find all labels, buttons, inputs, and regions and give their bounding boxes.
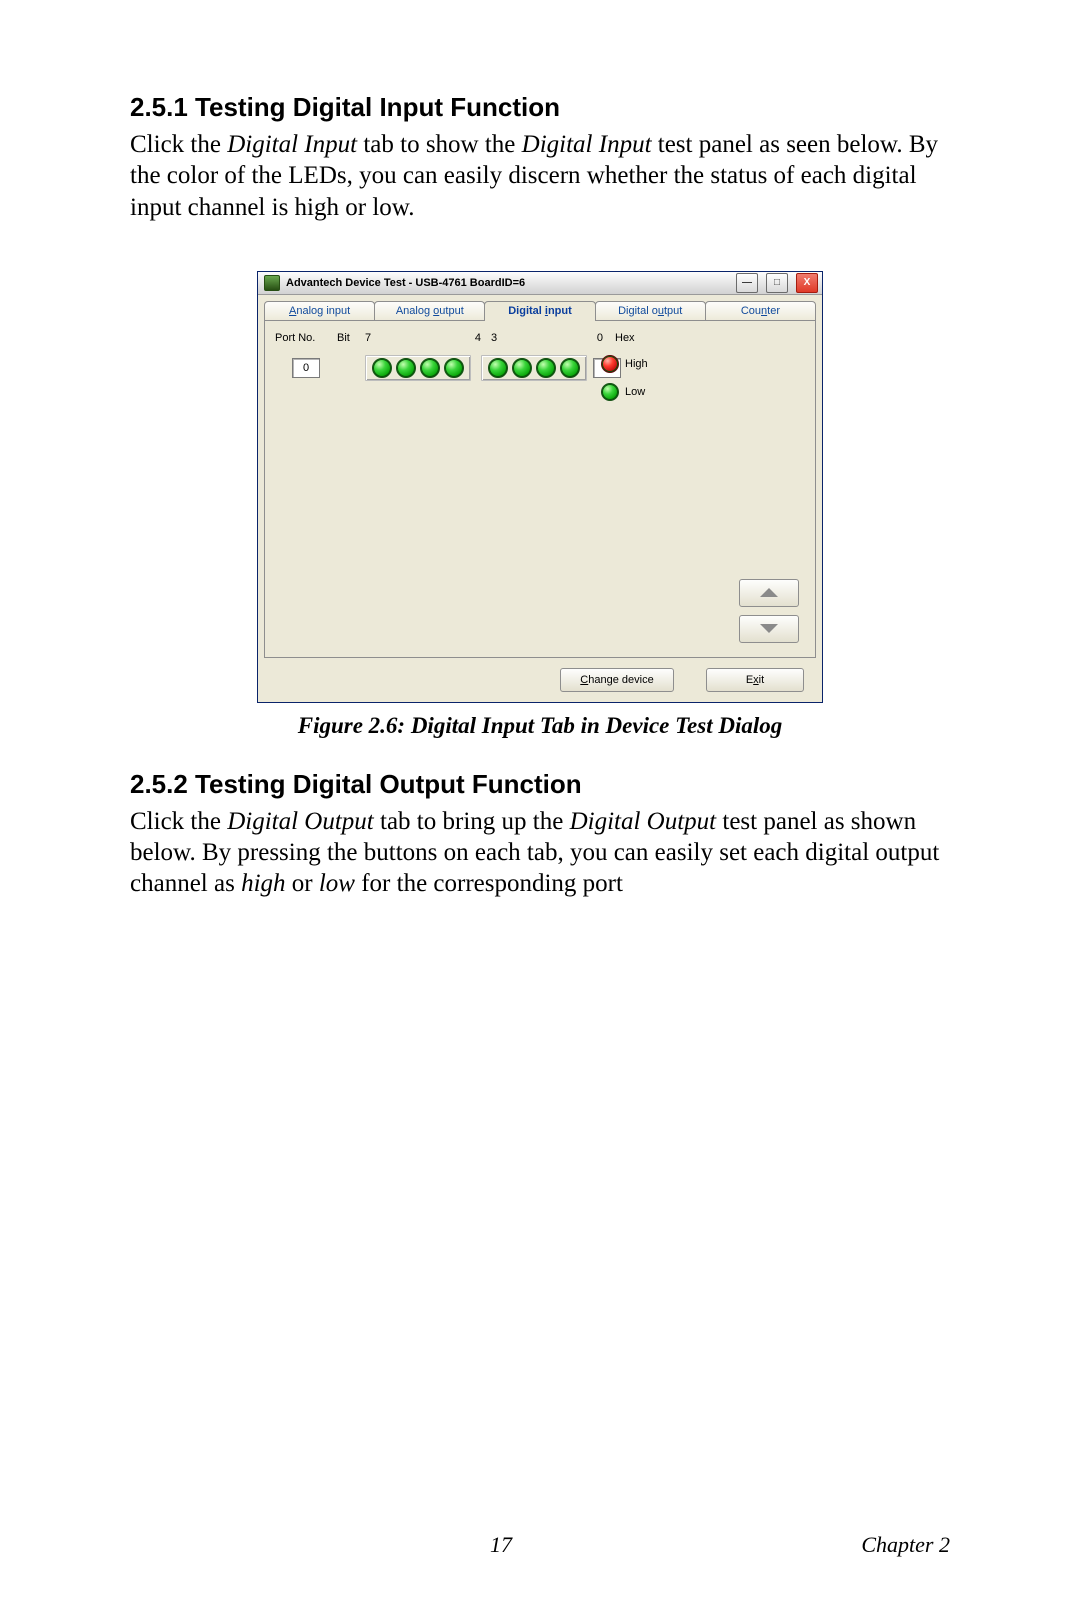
legend-low-label: Low (625, 386, 645, 398)
app-icon (264, 275, 280, 291)
text: Click the (130, 131, 227, 158)
tab-analog-output[interactable]: Analog output (374, 301, 485, 321)
tab-label: utput (439, 305, 463, 317)
italic-text: high (241, 870, 285, 897)
document-page: 2.5.1 Testing Digital Input Function Cli… (0, 0, 1080, 1618)
dialog-button-row: Change device Exit (264, 658, 816, 692)
italic-text: Digital Input (522, 131, 652, 158)
device-test-window: Advantech Device Test - USB-4761 BoardID… (257, 271, 823, 703)
led-group (365, 355, 471, 381)
text: tab to show the (357, 131, 522, 158)
exit-button[interactable]: Exit (706, 668, 804, 692)
scroll-buttons (739, 579, 799, 643)
text: for the corresponding port (355, 870, 623, 897)
tab-digital-output[interactable]: Digital output (595, 301, 706, 321)
led-bit-4 (444, 358, 464, 378)
paragraph-2-5-2: Click the Digital Output tab to bring up… (130, 806, 950, 900)
led-group-low-nibble (481, 355, 593, 381)
heading-2-5-2: 2.5.2 Testing Digital Output Function (130, 769, 950, 800)
window-body: Analog input Analog output Digital input… (258, 295, 822, 702)
digital-input-panel: Port No. Bit 7 4 3 0 Hex 0 (264, 320, 816, 658)
led-bit-0 (560, 358, 580, 378)
tab-label: nput (548, 305, 572, 317)
led-bit-2 (512, 358, 532, 378)
tab-label: ter (767, 305, 780, 317)
legend-high: High (601, 355, 648, 373)
text: tab to bring up the (374, 808, 570, 835)
tab-strip: Analog input Analog output Digital input… (264, 301, 816, 321)
label-bit-0: 0 (547, 332, 615, 344)
page-number: 17 (490, 1532, 512, 1558)
label-hex: Hex (615, 332, 655, 344)
tab-digital-input[interactable]: Digital input (484, 301, 595, 321)
led-bit-3 (488, 358, 508, 378)
legend-led-low-icon (601, 383, 619, 401)
italic-text: Digital Output (227, 808, 374, 835)
led-bit-5 (420, 358, 440, 378)
tab-label: Analog (396, 305, 433, 317)
text: or (286, 870, 319, 897)
label-port-no: Port No. (275, 332, 337, 344)
heading-2-5-1: 2.5.1 Testing Digital Input Function (130, 92, 950, 123)
legend-led-high-icon (601, 355, 619, 373)
led-group (481, 355, 587, 381)
italic-text: low (319, 870, 355, 897)
italic-text: Digital Input (227, 131, 357, 158)
column-headers: Port No. Bit 7 4 3 0 Hex (275, 329, 805, 347)
tab-counter[interactable]: Counter (705, 301, 816, 321)
port-row-0: 0 (275, 353, 805, 383)
change-device-button[interactable]: Change device (560, 668, 674, 692)
tab-label: Digital o (618, 305, 658, 317)
paragraph-2-5-1: Click the Digital Input tab to show the … (130, 129, 950, 223)
port-no-field[interactable]: 0 (292, 358, 320, 378)
led-bit-1 (536, 358, 556, 378)
text: Click the (130, 808, 227, 835)
window-titlebar[interactable]: Advantech Device Test - USB-4761 BoardID… (258, 272, 822, 295)
led-group-high-nibble (365, 355, 481, 381)
label-bit: Bit (337, 332, 365, 344)
maximize-button[interactable]: □ (766, 273, 788, 293)
label-bit-7: 7 (365, 332, 425, 344)
led-legend: High Low (601, 355, 648, 401)
page-footer: 17 Chapter 2 (0, 1532, 1080, 1558)
triangle-down-icon (760, 624, 778, 633)
tab-label: Digital (508, 305, 545, 317)
italic-text: Digital Output (570, 808, 717, 835)
tab-label: nalog input (296, 305, 350, 317)
label-bit-3: 3 (491, 332, 547, 344)
legend-high-label: High (625, 358, 648, 370)
label-bit-4: 4 (425, 332, 491, 344)
chapter-label: Chapter 2 (861, 1532, 950, 1558)
tab-analog-input[interactable]: Analog input (264, 301, 375, 321)
button-label: hange device (588, 674, 653, 686)
button-label: it (759, 674, 765, 686)
close-button[interactable]: X (796, 273, 818, 293)
scroll-down-button[interactable] (739, 615, 799, 643)
figure-caption-2-6: Figure 2.6: Digital Input Tab in Device … (130, 713, 950, 739)
button-label: E (746, 674, 753, 686)
minimize-button[interactable]: — (736, 273, 758, 293)
legend-low: Low (601, 383, 648, 401)
tab-label: tput (664, 305, 682, 317)
port-no-cell: 0 (275, 358, 337, 378)
triangle-up-icon (760, 588, 778, 597)
led-bit-6 (396, 358, 416, 378)
window-title: Advantech Device Test - USB-4761 BoardID… (286, 277, 525, 289)
tab-label: Cou (741, 305, 761, 317)
led-bit-7 (372, 358, 392, 378)
scroll-up-button[interactable] (739, 579, 799, 607)
